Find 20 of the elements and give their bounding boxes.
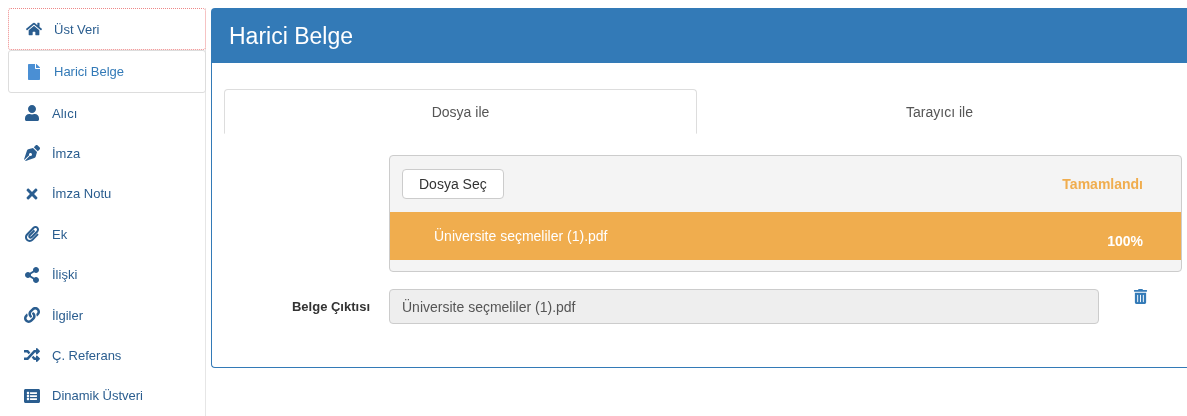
paperclip-icon (24, 226, 40, 243)
file-icon (26, 63, 42, 80)
field-label: Belge Çıktısı (290, 299, 370, 314)
list-icon (24, 387, 40, 404)
sidebar-item[interactable]: Üst Veri (8, 8, 206, 51)
progress-percent: 100% (1107, 233, 1143, 251)
panel-title: Harici Belge (212, 9, 1187, 63)
choose-file-button[interactable]: Dosya Seç (402, 169, 504, 199)
pen-icon (24, 145, 40, 162)
shuffle-icon (24, 347, 40, 364)
upload-status: Tamamlandı (1062, 176, 1143, 192)
output-field[interactable]: Üniversite seçmeliler (1).pdf (389, 289, 1099, 324)
share-icon (24, 266, 40, 283)
user-icon (24, 105, 40, 121)
tab[interactable]: Dosya ile (224, 89, 697, 134)
file-name: Üniversite seçmeliler (1).pdf (434, 228, 608, 246)
link-icon (24, 307, 40, 324)
trash-icon[interactable] (1133, 289, 1148, 304)
home-icon (26, 21, 42, 38)
sidebar-item[interactable]: Harici Belge (8, 50, 206, 93)
